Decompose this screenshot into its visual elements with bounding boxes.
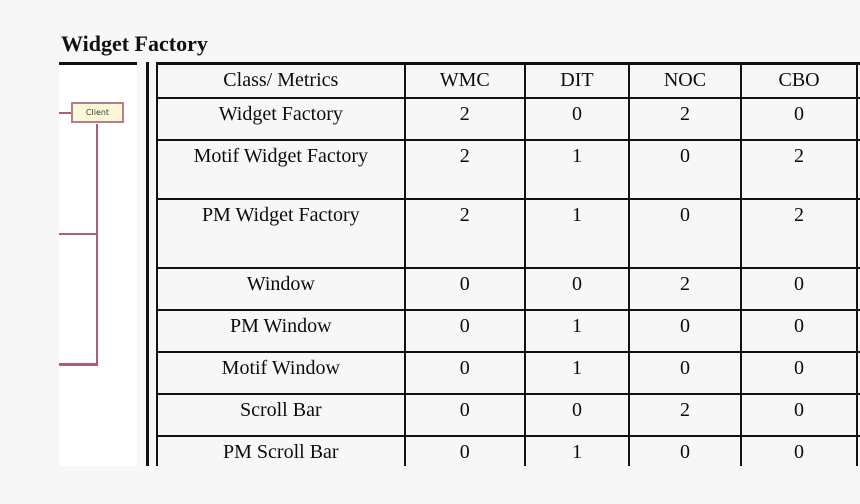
cell-wmc: 2 bbox=[403, 97, 526, 141]
cell-wmc: 0 bbox=[403, 267, 526, 311]
cell-dit: 1 bbox=[523, 435, 631, 466]
cell-noc: 0 bbox=[628, 198, 742, 269]
cell-noc: 2 bbox=[628, 267, 742, 311]
cell-wmc: 2 bbox=[403, 198, 526, 269]
ck-metrics-table: Class/ Metrics WMC DIT NOC CBO RFC Widge… bbox=[156, 62, 860, 466]
metrics-table-viewport: Class/ Metrics WMC DIT NOC CBO RFC Widge… bbox=[156, 62, 860, 466]
table-row: PM Scroll Bar 0 1 0 0 0 bbox=[156, 435, 860, 466]
table-row: PM Widget Factory 2 1 0 2 2 bbox=[156, 198, 860, 269]
table-header-row: Class/ Metrics WMC DIT NOC CBO RFC bbox=[156, 62, 860, 99]
table-body: Widget Factory 2 0 2 0 2 Motif Widget Fa… bbox=[156, 97, 860, 466]
cell-dit: 0 bbox=[523, 97, 631, 141]
cell-cbo: 0 bbox=[739, 309, 859, 353]
column-header-class-metrics: Class/ Metrics bbox=[156, 62, 406, 99]
connector-line-mid-horizontal bbox=[59, 233, 98, 235]
class-diagram-panel: Client bbox=[59, 62, 137, 466]
cell-wmc: 0 bbox=[403, 309, 526, 353]
class-node-client-label: Client bbox=[85, 107, 110, 117]
cell-wmc: 0 bbox=[403, 351, 526, 395]
cell-class-name: PM Widget Factory bbox=[156, 198, 406, 269]
cell-class-name: Window bbox=[156, 267, 406, 311]
cell-cbo: 0 bbox=[739, 351, 859, 395]
cell-dit: 1 bbox=[523, 309, 631, 353]
cell-wmc: 2 bbox=[403, 139, 526, 200]
cell-cbo: 0 bbox=[739, 393, 859, 437]
cell-class-name: Scroll Bar bbox=[156, 393, 406, 437]
cell-dit: 1 bbox=[523, 139, 631, 200]
column-header-dit: DIT bbox=[523, 62, 631, 99]
table-row: Scroll Bar 0 0 2 0 0 bbox=[156, 393, 860, 437]
cell-dit: 0 bbox=[523, 267, 631, 311]
column-header-noc: NOC bbox=[628, 62, 742, 99]
column-header-cbo: CBO bbox=[739, 62, 859, 99]
cell-cbo: 0 bbox=[739, 97, 859, 141]
panel-divider-left bbox=[146, 62, 149, 466]
cell-cbo: 0 bbox=[739, 435, 859, 466]
cell-class-name: PM Window bbox=[156, 309, 406, 353]
table-row: Widget Factory 2 0 2 0 2 bbox=[156, 97, 860, 141]
table-row: PM Window 0 1 0 0 0 bbox=[156, 309, 860, 353]
cell-class-name: PM Scroll Bar bbox=[156, 435, 406, 466]
cell-cbo: 2 bbox=[739, 198, 859, 269]
connector-line-vertical bbox=[96, 124, 98, 365]
cell-class-name: Widget Factory bbox=[156, 97, 406, 141]
cell-wmc: 0 bbox=[403, 393, 526, 437]
cell-noc: 0 bbox=[628, 351, 742, 395]
cell-dit: 0 bbox=[523, 393, 631, 437]
connector-line-bottom-horizontal bbox=[59, 363, 98, 366]
cell-noc: 2 bbox=[628, 97, 742, 141]
cell-noc: 2 bbox=[628, 393, 742, 437]
table-row: Motif Widget Factory 2 1 0 2 2 bbox=[156, 139, 860, 200]
page-root: Widget Factory Client Class/ Metrics WMC… bbox=[0, 0, 860, 504]
table-row: Window 0 0 2 0 0 bbox=[156, 267, 860, 311]
column-header-wmc: WMC bbox=[403, 62, 526, 99]
cell-dit: 1 bbox=[523, 198, 631, 269]
cell-noc: 0 bbox=[628, 139, 742, 200]
cell-noc: 0 bbox=[628, 435, 742, 466]
class-node-client[interactable]: Client bbox=[71, 102, 124, 123]
cell-dit: 1 bbox=[523, 351, 631, 395]
cell-noc: 0 bbox=[628, 309, 742, 353]
cell-wmc: 0 bbox=[403, 435, 526, 466]
cell-class-name: Motif Window bbox=[156, 351, 406, 395]
page-title: Widget Factory bbox=[61, 31, 208, 56]
cell-cbo: 0 bbox=[739, 267, 859, 311]
table-row: Motif Window 0 1 0 0 0 bbox=[156, 351, 860, 395]
cell-class-name: Motif Widget Factory bbox=[156, 139, 406, 200]
cell-cbo: 2 bbox=[739, 139, 859, 200]
